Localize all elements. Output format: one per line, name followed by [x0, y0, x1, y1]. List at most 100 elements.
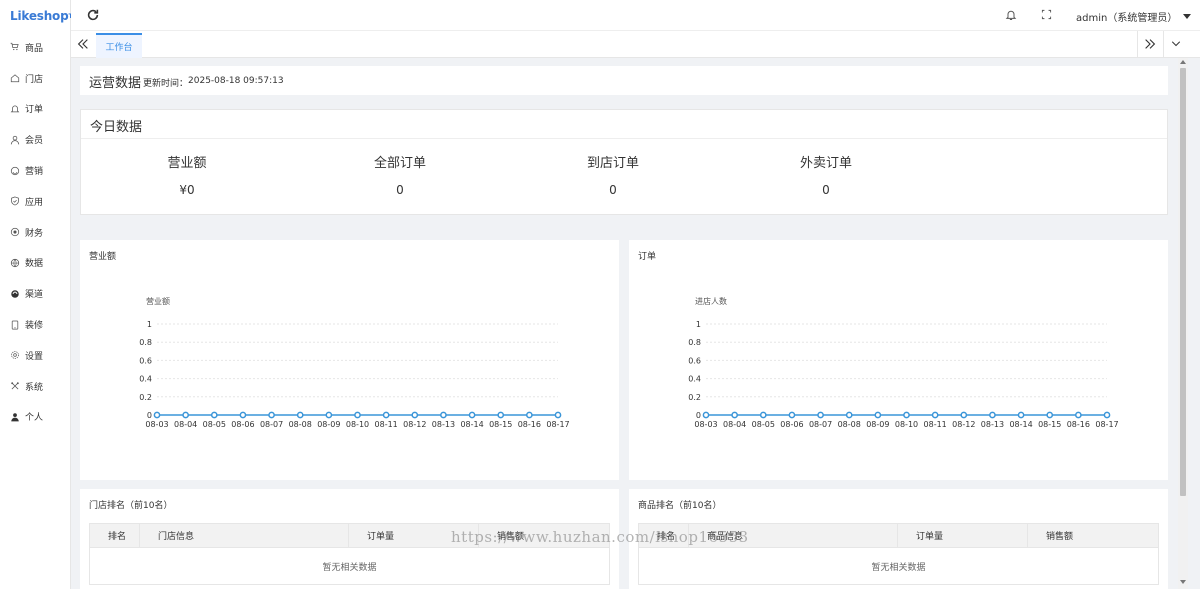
shield-icon: [9, 195, 21, 207]
data-point: [989, 411, 996, 419]
x-tick-label: 08-09: [866, 420, 889, 429]
scroll-up-arrow[interactable]: [1180, 60, 1186, 64]
ops-title: 运营数据: [89, 76, 142, 91]
refresh-icon[interactable]: [86, 8, 100, 22]
x-tick-label: 08-12: [403, 420, 426, 429]
sidebar-item-6[interactable]: 财务: [0, 217, 70, 248]
tools-icon: [9, 380, 21, 392]
sidebar-item-label: 装修: [25, 321, 44, 332]
sidebar-item-1[interactable]: 门店: [0, 63, 70, 94]
tab-workbench[interactable]: 工作台: [96, 33, 142, 58]
data-point: [268, 411, 275, 419]
stat-value: 0: [822, 183, 830, 197]
sidebar-item-10[interactable]: 设置: [0, 340, 70, 371]
y-tick-label: 0: [696, 411, 701, 420]
x-tick-label: 08-08: [289, 420, 312, 429]
bell-order-icon: [9, 103, 21, 115]
sidebar-item-9[interactable]: 装修: [0, 309, 70, 340]
sidebar-item-4[interactable]: 营销: [0, 155, 70, 186]
y-tick-label: 0.2: [688, 393, 701, 402]
y-tick-label: 0.6: [139, 356, 152, 365]
stat-label: 到店订单: [586, 156, 639, 171]
x-tick-label: 08-11: [375, 420, 398, 429]
user-menu[interactable]: admin（系统管理员）: [1076, 9, 1192, 24]
sidebar-item-3[interactable]: 会员: [0, 124, 70, 155]
tab-scroll-right-icon[interactable]: [1143, 37, 1157, 51]
sidebar-item-label: 营销: [25, 167, 44, 178]
y-tick-label: 1: [696, 320, 701, 329]
empty-state: 暂无相关数据: [871, 562, 926, 573]
x-tick-label: 08-07: [260, 420, 283, 429]
sidebar-item-label: 个人: [25, 413, 44, 424]
revenue-line-chart: 营业额 0 0.2 0.4 0.6 0.8 1 08-03 08-04 08-05 08-06 08-…: [139, 296, 569, 429]
data-point: [903, 411, 910, 419]
sidebar-item-0[interactable]: 商品: [0, 32, 70, 63]
data-point: [411, 411, 419, 419]
orders-chart-card: 订单 进店人数 0 0.2 0.4 0.6 0.8 1 08-03 08-04 08-05 08-0…: [629, 240, 1168, 480]
globe-icon: [9, 257, 21, 269]
sidebar-item-label: 系统: [25, 382, 44, 393]
stat-store-orders: 到店订单 0: [533, 152, 693, 197]
x-tick-label: 08-10: [895, 420, 918, 429]
data-point: [817, 411, 824, 419]
data-point: [1017, 411, 1025, 419]
stat-label: 全部订单: [373, 156, 426, 171]
stat-label: 外卖订单: [799, 156, 852, 171]
sidebar-item-label: 数据: [25, 259, 44, 270]
data-point: [1075, 411, 1082, 419]
x-tick-label: 08-04: [723, 420, 746, 429]
data-point: [931, 411, 939, 419]
sidebar-item-label: 商品: [25, 43, 44, 54]
sidebar-item-12[interactable]: 个人: [0, 402, 70, 433]
stat-value: 0: [609, 183, 617, 197]
user-name: admin（系统管理员）: [1076, 13, 1178, 24]
logo[interactable]: LikeshopTM: [0, 0, 78, 32]
stat-value: 0: [396, 183, 404, 197]
sidebar-item-label: 订单: [25, 105, 44, 116]
data-point: [182, 411, 189, 419]
x-tick-label: 08-09: [317, 420, 340, 429]
person-icon: [9, 411, 21, 423]
watermark: https://www.huzhan.com/ishop16553: [451, 528, 749, 546]
stat-delivery-orders: 外卖订单 0: [746, 152, 906, 197]
data-point: [1103, 411, 1111, 419]
sidebar-item-label: 设置: [25, 351, 44, 362]
empty-state: 暂无相关数据: [322, 562, 377, 573]
sidebar-item-2[interactable]: 订单: [0, 94, 70, 125]
sidebar-item-label: 渠道: [25, 290, 44, 301]
x-tick-label: 08-13: [432, 420, 455, 429]
divider: [81, 138, 1167, 139]
stat-all-orders: 全部订单 0: [320, 152, 480, 197]
topbar: admin（系统管理员）: [71, 0, 1200, 31]
bell-icon[interactable]: [1005, 9, 1017, 21]
x-tick-label: 08-13: [981, 420, 1004, 429]
sidebar-item-11[interactable]: 系统: [0, 371, 70, 402]
data-point: [788, 411, 796, 419]
stat-value: ¥0: [179, 183, 195, 197]
x-tick-label: 08-08: [838, 420, 861, 429]
tablet-icon: [9, 319, 21, 331]
tab-bar: 工作台: [71, 31, 1200, 58]
data-point: [731, 411, 738, 419]
sidebar-item-label: 门店: [25, 74, 44, 85]
column-header: 销售额: [1046, 532, 1074, 542]
column-header: 订单量: [898, 524, 1028, 547]
tab-scroll-left-icon[interactable]: [76, 37, 90, 51]
x-tick-label: 08-07: [809, 420, 832, 429]
scrollbar-thumb[interactable]: [1180, 68, 1186, 496]
data-point: [497, 411, 505, 419]
y-tick-label: 0.8: [139, 338, 152, 347]
x-tick-label: 08-03: [145, 420, 168, 429]
sidebar-item-5[interactable]: 应用: [0, 186, 70, 217]
y-axis-label: 进店人数: [695, 296, 727, 306]
data-point: [702, 411, 710, 419]
sidebar-item-7[interactable]: 数据: [0, 248, 70, 279]
fullscreen-icon[interactable]: [1041, 9, 1052, 20]
scroll-down-arrow[interactable]: [1180, 580, 1186, 584]
chevron-down-icon[interactable]: [1170, 38, 1182, 50]
sidebar-item-8[interactable]: 渠道: [0, 278, 70, 309]
data-point: [325, 411, 333, 419]
sidebar-menu: 商品门店订单会员营销应用 财务数据渠道装修设置系统个人: [0, 32, 70, 432]
x-tick-label: 08-11: [924, 420, 947, 429]
today-card: 今日数据 营业额 ¥0 全部订单 0 到店订单 0 外卖订单 0: [80, 109, 1168, 215]
